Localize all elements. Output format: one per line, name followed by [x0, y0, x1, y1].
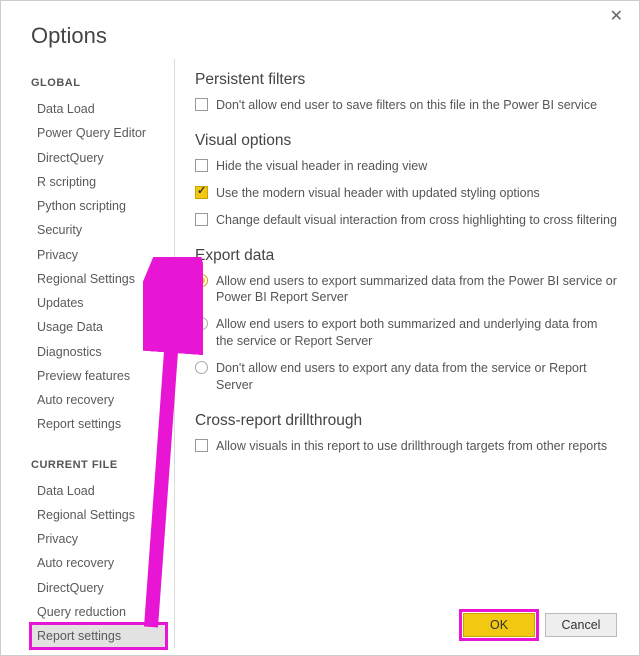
radio-export-summarized[interactable]: [195, 274, 208, 287]
sidebar-item-cf-report-settings[interactable]: Report settings: [31, 624, 166, 648]
ok-button[interactable]: OK: [463, 613, 535, 637]
group-export-data: Export data: [195, 247, 617, 265]
label-export-none: Don't allow end users to export any data…: [216, 360, 617, 394]
sidebar-item-cf-privacy[interactable]: Privacy: [31, 527, 166, 551]
dialog-title: Options: [1, 1, 639, 59]
sidebar-item-usage-data[interactable]: Usage Data: [31, 315, 166, 339]
sidebar-item-data-load[interactable]: Data Load: [31, 97, 166, 121]
sidebar-item-cf-auto-recovery[interactable]: Auto recovery: [31, 551, 166, 575]
content-pane: Persistent filters Don't allow end user …: [175, 59, 639, 648]
sidebar-item-r-scripting[interactable]: R scripting: [31, 170, 166, 194]
sidebar-item-python-scripting[interactable]: Python scripting: [31, 194, 166, 218]
group-persistent-filters: Persistent filters: [195, 71, 617, 89]
sidebar-item-directquery[interactable]: DirectQuery: [31, 146, 166, 170]
sidebar-item-regional-settings[interactable]: Regional Settings: [31, 267, 166, 291]
label-modern-visual-header: Use the modern visual header with update…: [216, 185, 540, 202]
label-cross-report-drill: Allow visuals in this report to use dril…: [216, 438, 607, 455]
group-visual-options: Visual options: [195, 132, 617, 150]
group-cross-report-drill: Cross-report drillthrough: [195, 412, 617, 430]
sidebar-item-cf-directquery[interactable]: DirectQuery: [31, 576, 166, 600]
sidebar-item-auto-recovery[interactable]: Auto recovery: [31, 388, 166, 412]
label-persistent-filters: Don't allow end user to save filters on …: [216, 97, 597, 114]
sidebar-item-updates[interactable]: Updates: [31, 291, 166, 315]
close-button[interactable]: ✕: [604, 7, 629, 27]
checkbox-cross-report-drill[interactable]: [195, 439, 208, 452]
sidebar-item-preview-features[interactable]: Preview features: [31, 364, 166, 388]
label-hide-visual-header: Hide the visual header in reading view: [216, 158, 427, 175]
checkbox-visual-interaction[interactable]: [195, 213, 208, 226]
cancel-button[interactable]: Cancel: [545, 613, 617, 637]
label-visual-interaction: Change default visual interaction from c…: [216, 212, 617, 229]
sidebar-item-diagnostics[interactable]: Diagnostics: [31, 340, 166, 364]
sidebar-current-head: CURRENT FILE: [31, 459, 166, 471]
sidebar-global-head: GLOBAL: [31, 77, 166, 89]
checkbox-modern-visual-header[interactable]: [195, 186, 208, 199]
checkbox-persistent-filters[interactable]: [195, 98, 208, 111]
sidebar-item-security[interactable]: Security: [31, 218, 166, 242]
checkbox-hide-visual-header[interactable]: [195, 159, 208, 172]
sidebar-item-privacy[interactable]: Privacy: [31, 243, 166, 267]
sidebar-item-cf-regional-settings[interactable]: Regional Settings: [31, 503, 166, 527]
sidebar-item-cf-data-load[interactable]: Data Load: [31, 479, 166, 503]
radio-export-both[interactable]: [195, 317, 208, 330]
sidebar-item-report-settings-global[interactable]: Report settings: [31, 412, 166, 436]
sidebar-item-cf-query-reduction[interactable]: Query reduction: [31, 600, 166, 624]
radio-export-none[interactable]: [195, 361, 208, 374]
sidebar: GLOBAL Data Load Power Query Editor Dire…: [31, 59, 166, 648]
label-export-summarized: Allow end users to export summarized dat…: [216, 273, 617, 307]
label-export-both: Allow end users to export both summarize…: [216, 316, 617, 350]
sidebar-item-power-query-editor[interactable]: Power Query Editor: [31, 121, 166, 145]
